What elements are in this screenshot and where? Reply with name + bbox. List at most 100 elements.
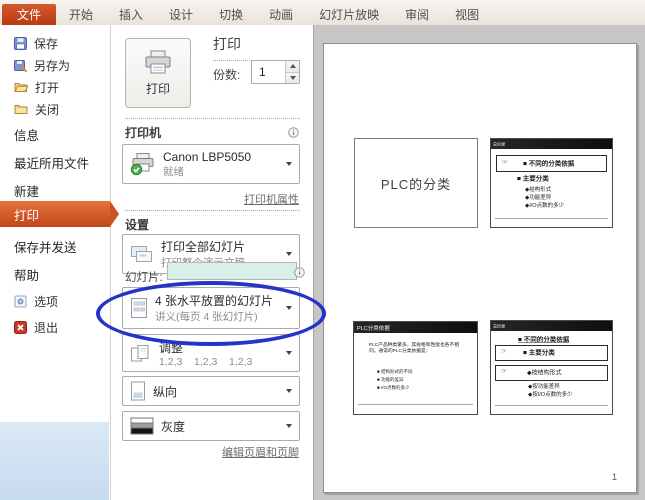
printer-icon	[143, 50, 173, 77]
tab-slideshow[interactable]: 幻灯片放映	[306, 4, 392, 25]
slide3-line3: ■ I/O点数的多少	[377, 384, 409, 391]
tab-review[interactable]: 审阅	[392, 4, 442, 25]
slides-range-input[interactable]	[167, 262, 297, 280]
slide4-header: 总目录	[493, 323, 505, 329]
tab-home[interactable]: 开始	[56, 4, 106, 25]
copies-spinner	[285, 61, 299, 83]
collation-subtitle: 1,2,3 1,2,3 1,2,3	[159, 356, 252, 368]
pointer-hand-icon: ☞	[501, 367, 507, 375]
options-icon	[14, 295, 27, 308]
save-as-icon	[14, 59, 27, 72]
slides-info-icon	[294, 265, 305, 283]
settings-section-heading: 设置	[125, 216, 149, 233]
slide1-title: PLC的分类	[381, 174, 451, 193]
chevron-down-icon	[286, 306, 292, 310]
open-folder-icon	[14, 81, 28, 93]
tab-view[interactable]: 视图	[442, 4, 492, 25]
collation-select[interactable]: 调整 1,2,3 1,2,3 1,2,3	[122, 334, 300, 372]
slide2-header: 总目录	[493, 141, 505, 147]
preview-slide-1: PLC的分类	[354, 138, 478, 228]
print-preview-area: PLC的分类 总目录 ☞ ■ 不同的分类依据 ■ 主要分类 ◆结构形式 ◆功能差…	[313, 25, 645, 500]
slide2-line4: ◆功能差异	[525, 193, 551, 201]
printer-info-icon	[288, 125, 299, 143]
sidebar-item-help[interactable]: 帮助	[0, 263, 110, 285]
color-mode-text: 灰度	[161, 418, 185, 435]
slide4-highlight-box-1: ☞ ■ 主要分类	[495, 345, 608, 361]
slide2-line2: ■ 主要分类	[517, 173, 549, 183]
pointer-hand-icon: ☞	[501, 347, 507, 355]
copies-stepper[interactable]: 1	[251, 60, 300, 84]
printer-select[interactable]: Canon LBP5050 就绪	[122, 144, 300, 184]
slide3-line2: ■ 功能的差异	[377, 376, 403, 383]
slides-range-label: 幻灯片:	[125, 269, 163, 285]
printer-properties-link[interactable]: 打印机属性	[244, 191, 299, 207]
tab-transitions[interactable]: 切换	[206, 4, 256, 25]
tab-file[interactable]: 文件	[2, 4, 56, 25]
sidebar-item-label: 另存为	[34, 57, 70, 74]
sidebar-footer-panel	[0, 422, 109, 500]
sidebar-item-recent[interactable]: 最近所用文件	[0, 151, 110, 173]
sidebar-item-exit[interactable]: 退出	[0, 317, 110, 337]
tab-design[interactable]: 设计	[156, 4, 206, 25]
sidebar-item-new[interactable]: 新建	[0, 179, 110, 201]
layout-select[interactable]: 4 张水平放置的幻灯片 讲义(每页 4 张幻灯片)	[122, 287, 300, 329]
slide4-title-bar: 总目录	[491, 321, 612, 331]
slide2-title-bar: 总目录	[491, 139, 612, 149]
sidebar-item-print[interactable]: 打印	[0, 201, 110, 227]
sidebar-item-label: 选项	[34, 293, 58, 310]
chevron-down-icon	[286, 424, 292, 428]
collation-text: 调整 1,2,3 1,2,3 1,2,3	[159, 339, 252, 368]
portrait-page-icon	[130, 381, 146, 401]
printer-select-text: Canon LBP5050 就绪	[163, 150, 251, 179]
orientation-select[interactable]: 纵向	[122, 376, 300, 406]
print-button[interactable]: 打印	[125, 38, 191, 108]
orientation-text: 纵向	[153, 383, 177, 400]
sidebar-item-save-as[interactable]: 另存为	[0, 55, 110, 75]
edit-header-footer-link[interactable]: 编辑页眉和页脚	[222, 444, 299, 460]
sidebar-item-open[interactable]: 打开	[0, 77, 110, 97]
tab-animations[interactable]: 动画	[256, 4, 306, 25]
copies-decrease-button[interactable]	[286, 72, 299, 84]
slide2-line5: ◆I/O点数的多少	[525, 201, 564, 209]
copies-label: 份数:	[213, 66, 240, 83]
sidebar-item-save-and-send[interactable]: 保存并发送	[0, 235, 110, 257]
sidebar-item-label: 新建	[14, 181, 39, 200]
print-button-label: 打印	[146, 80, 170, 97]
sidebar-item-label: 打开	[35, 79, 59, 96]
exit-icon	[14, 321, 27, 334]
slide-footer-rule	[495, 405, 608, 406]
printer-status: 就绪	[163, 164, 251, 179]
collation-title: 调整	[159, 339, 252, 356]
sidebar-item-label: 保存并发送	[14, 237, 77, 256]
preview-page[interactable]: PLC的分类 总目录 ☞ ■ 不同的分类依据 ■ 主要分类 ◆结构形式 ◆功能差…	[323, 43, 637, 493]
sidebar-item-label: 最近所用文件	[14, 153, 89, 172]
sidebar-item-options[interactable]: 选项	[0, 291, 110, 311]
sidebar-item-label: 退出	[34, 319, 58, 336]
color-mode-select[interactable]: 灰度	[122, 411, 300, 441]
print-range-title: 打印全部幻灯片	[161, 238, 245, 255]
all-slides-icon	[130, 245, 154, 264]
chevron-down-icon	[286, 351, 292, 355]
sidebar-item-label: 打印	[14, 205, 39, 224]
sidebar-item-close[interactable]: 关闭	[0, 99, 110, 119]
chevron-down-icon	[286, 252, 292, 256]
slide2-line3: ◆结构形式	[525, 185, 551, 193]
tab-insert[interactable]: 插入	[106, 4, 156, 25]
sidebar-item-save[interactable]: 保存	[0, 33, 110, 53]
ribbon-tab-bar: 文件 开始 插入 设计 切换 动画 幻灯片放映 审阅 视图	[0, 0, 645, 26]
slide3-paragraph: PLC产品种类繁多，其规格和性能也各不相同。通常的PLC分类依据是：	[369, 342, 463, 354]
preview-slide-3: PLC分类依据 PLC产品种类繁多，其规格和性能也各不相同。通常的PLC分类依据…	[353, 321, 478, 415]
save-icon	[14, 37, 27, 50]
orientation-title: 纵向	[153, 383, 177, 400]
copies-value[interactable]: 1	[252, 61, 285, 83]
printer-name: Canon LBP5050	[163, 150, 251, 164]
sidebar-item-info[interactable]: 信息	[0, 123, 110, 145]
slide3-header: PLC分类依据	[357, 324, 390, 332]
separator	[125, 210, 300, 211]
sidebar-item-label: 帮助	[14, 265, 39, 284]
separator	[125, 118, 300, 119]
copies-increase-button[interactable]	[286, 61, 299, 72]
page-number: 1	[612, 472, 617, 482]
sidebar-item-label: 保存	[34, 35, 58, 52]
handout-4up-icon	[130, 297, 148, 319]
